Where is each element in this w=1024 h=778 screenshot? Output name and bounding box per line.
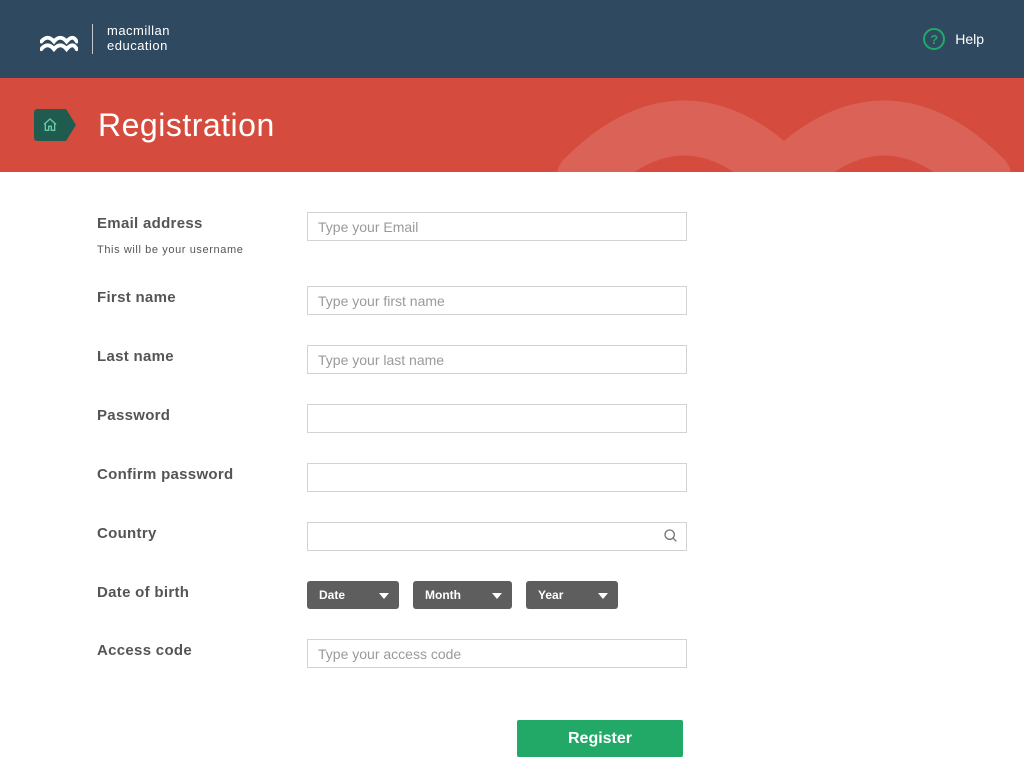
dob-year-value: Year [538,588,563,602]
caret-down-icon [598,588,608,602]
row-email: Email address This will be your username [97,212,1024,256]
label-country: Country [97,525,307,542]
label-confirm-password: Confirm password [97,466,307,483]
row-password: Password [97,404,1024,433]
row-first-name: First name [97,286,1024,315]
row-last-name: Last name [97,345,1024,374]
label-email: Email address [97,215,307,232]
page-title: Registration [98,107,275,144]
home-icon [42,117,58,133]
last-name-field[interactable] [307,345,687,374]
help-icon: ? [923,28,945,50]
label-last-name: Last name [97,348,307,365]
dob-date-value: Date [319,588,345,602]
dob-date-select[interactable]: Date [307,581,399,609]
caret-down-icon [492,588,502,602]
label-access-code: Access code [97,642,307,659]
row-dob: Date of birth Date Month Year [97,581,1024,609]
row-confirm-password: Confirm password [97,463,1024,492]
brand-line2: education [107,38,168,53]
password-field[interactable] [307,404,687,433]
brand-logo[interactable]: macmillan education [40,24,170,54]
page-banner: Registration [0,78,1024,172]
brand-line1: macmillan [107,23,170,38]
country-field[interactable] [307,522,687,551]
help-label: Help [955,31,984,47]
app-header: macmillan education ? Help [0,0,1024,78]
home-button[interactable] [34,109,66,141]
row-access-code: Access code [97,639,1024,668]
label-password: Password [97,407,307,424]
caret-down-icon [379,588,389,602]
dob-month-value: Month [425,588,461,602]
brand-separator [92,24,93,54]
email-field[interactable] [307,212,687,241]
confirm-password-field[interactable] [307,463,687,492]
brand-text: macmillan education [107,24,170,54]
dob-year-select[interactable]: Year [526,581,618,609]
label-dob: Date of birth [97,584,307,601]
dob-month-select[interactable]: Month [413,581,512,609]
form-content: Email address This will be your username… [0,172,1024,757]
first-name-field[interactable] [307,286,687,315]
help-button[interactable]: ? Help [923,28,984,50]
label-first-name: First name [97,289,307,306]
banner-decoration-icon [544,78,1024,172]
register-button[interactable]: Register [517,720,683,757]
access-code-field[interactable] [307,639,687,668]
sublabel-email: This will be your username [97,244,307,256]
brand-mark-icon [40,26,78,52]
row-country: Country [97,522,1024,551]
